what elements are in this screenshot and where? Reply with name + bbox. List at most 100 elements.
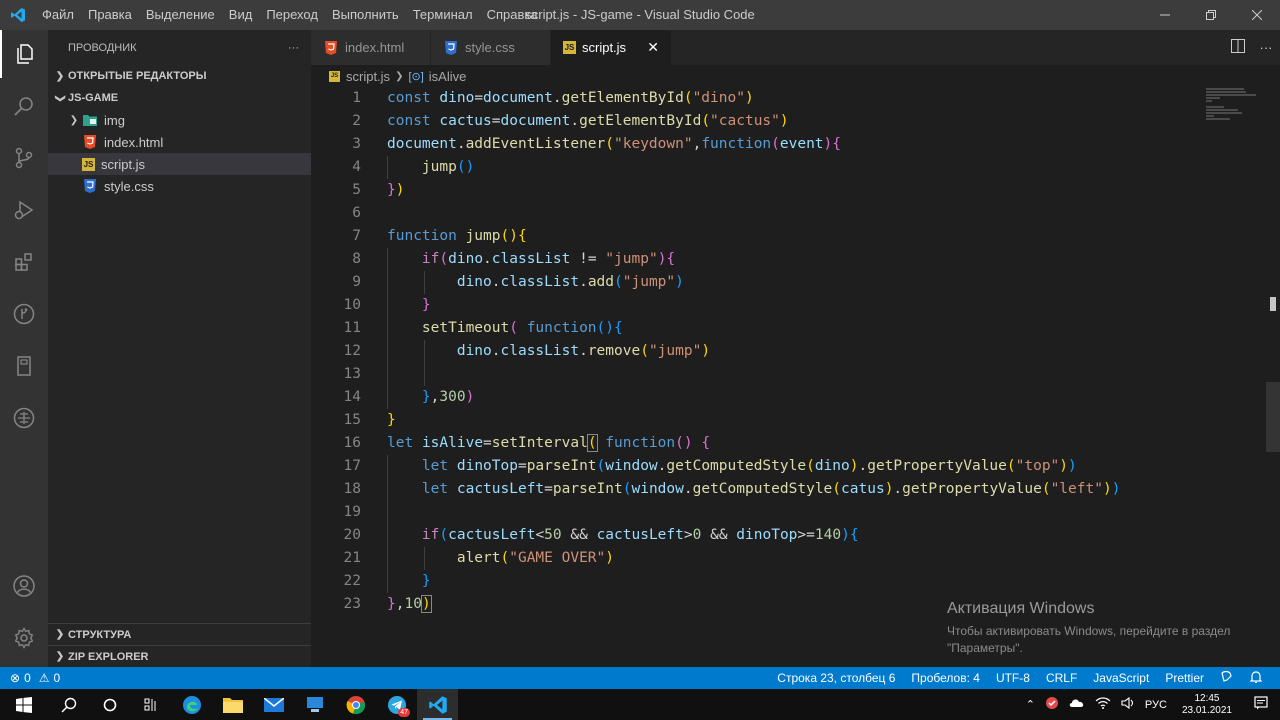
encoding[interactable]: UTF-8 xyxy=(988,671,1038,685)
accounts-activity-button[interactable] xyxy=(0,562,48,610)
language-mode[interactable]: JavaScript xyxy=(1085,671,1157,685)
menu-view[interactable]: Вид xyxy=(222,0,260,30)
menu-terminal[interactable]: Терминал xyxy=(406,0,480,30)
css-file-icon xyxy=(82,178,98,194)
network-tray-icon[interactable] xyxy=(1090,697,1116,712)
search-activity-button[interactable] xyxy=(0,82,48,130)
feedback-icon xyxy=(1221,670,1232,682)
status-bar-right: Строка 23, столбец 6 Пробелов: 4 UTF-8 C… xyxy=(769,667,1270,689)
line-text: dino.classList.add("jump") xyxy=(456,274,684,290)
scrollbar-thumb[interactable] xyxy=(1266,382,1280,452)
restore-button[interactable] xyxy=(1188,0,1234,30)
cursor-position[interactable]: Строка 23, столбец 6 xyxy=(769,671,903,685)
code-line: 2 const cactus=document.getElementById("c… xyxy=(311,110,1211,133)
explorer-header: ПРОВОДНИК ··· xyxy=(48,30,311,65)
taskbar-search-button[interactable] xyxy=(48,689,89,720)
menu-edit[interactable]: Правка xyxy=(81,0,139,30)
onedrive-tray-icon[interactable] xyxy=(1064,698,1090,711)
vertical-scrollbar[interactable] xyxy=(1266,87,1280,667)
line-number: 1 xyxy=(352,90,361,106)
vscode-taskbar-button[interactable] xyxy=(417,689,458,720)
code-editor[interactable]: 1 const dino=document.getElementById("din… xyxy=(311,87,1211,647)
breadcrumb-file[interactable]: script.js xyxy=(346,69,390,84)
menu-help[interactable]: Справка xyxy=(480,0,545,30)
error-icon: ⊗ xyxy=(10,671,21,685)
code-line: 22 } xyxy=(311,570,1211,593)
tree-item-img[interactable]: ❯ img xyxy=(48,109,311,131)
antivirus-tray-icon[interactable] xyxy=(1040,696,1064,713)
code-line: 20 if(cactusLeft<50 && cactusLeft>0 && d… xyxy=(311,524,1211,547)
menu-selection[interactable]: Выделение xyxy=(139,0,222,30)
extensions-activity-button[interactable] xyxy=(0,238,48,286)
tab-style-css[interactable]: style.css xyxy=(431,30,551,65)
tree-item-style-css[interactable]: style.css xyxy=(48,175,311,197)
manage-activity-button[interactable] xyxy=(0,614,48,662)
line-text: },300) xyxy=(421,389,475,405)
action-center-button[interactable] xyxy=(1242,696,1280,713)
breadcrumb-symbol[interactable]: isAlive xyxy=(429,69,467,84)
zip-explorer-section[interactable]: ❯ ZIP EXPLORER xyxy=(48,645,311,667)
indentation[interactable]: Пробелов: 4 xyxy=(903,671,988,685)
mail-taskbar-button[interactable] xyxy=(253,689,294,720)
line-number: 14 xyxy=(343,389,361,405)
activity-bar xyxy=(0,30,48,667)
status-bar: ⊗ 0 ⚠ 0 Строка 23, столбец 6 Пробелов: 4… xyxy=(0,667,1280,689)
task-view-button[interactable] xyxy=(89,689,130,720)
show-hidden-icons-button[interactable]: ⌃ xyxy=(1021,698,1040,711)
windows-logo-icon xyxy=(16,696,32,713)
scroll-marker xyxy=(1270,297,1276,311)
menu-go[interactable]: Переход xyxy=(259,0,325,30)
more-actions-button[interactable]: ··· xyxy=(288,42,299,54)
breadcrumb: JS script.js ❯ [⊙] isAlive xyxy=(311,65,1280,87)
widgets-button[interactable] xyxy=(130,689,171,720)
remote-explorer-activity-button[interactable] xyxy=(0,342,48,390)
line-number: 19 xyxy=(343,504,361,520)
prettier-status[interactable]: Prettier xyxy=(1157,671,1212,685)
code-line: 17 let dinoTop=parseInt(window.getComput… xyxy=(311,455,1211,478)
notifications-button[interactable] xyxy=(1242,670,1270,687)
start-button[interactable] xyxy=(0,689,48,720)
input-language[interactable]: РУС xyxy=(1140,699,1172,711)
chrome-taskbar-button[interactable] xyxy=(335,689,376,720)
connect-taskbar-button[interactable] xyxy=(294,689,335,720)
volume-tray-icon[interactable] xyxy=(1116,696,1140,712)
split-editor-button[interactable] xyxy=(1224,39,1252,56)
close-window-button[interactable] xyxy=(1234,0,1280,30)
minimap[interactable] xyxy=(1206,87,1266,127)
close-tab-button[interactable]: ✕ xyxy=(647,39,659,56)
tree-item-script-js[interactable]: JS script.js xyxy=(48,153,311,175)
bell-icon xyxy=(1249,670,1263,683)
edge-taskbar-button[interactable] xyxy=(171,689,212,720)
clock[interactable]: 12:45 23.01.2021 xyxy=(1172,693,1242,717)
live-share-activity-button[interactable] xyxy=(0,394,48,442)
file-explorer-taskbar-button[interactable] xyxy=(212,689,253,720)
source-control-activity-button[interactable] xyxy=(0,134,48,182)
open-editors-section[interactable]: ❯ ОТКРЫТЫЕ РЕДАКТОРЫ xyxy=(48,65,311,87)
code-line: 13 xyxy=(311,363,1211,386)
code-line: 12 dino.classList.remove("jump") xyxy=(311,340,1211,363)
explorer-activity-button[interactable] xyxy=(0,30,48,78)
telegram-taskbar-button[interactable]: 47 xyxy=(376,689,417,720)
code-line: 9 dino.classList.add("jump") xyxy=(311,271,1211,294)
menu-file[interactable]: Файл xyxy=(35,0,81,30)
remote-desktop-icon xyxy=(306,696,323,712)
tree-item-index-html[interactable]: index.html xyxy=(48,131,311,153)
line-number: 13 xyxy=(343,366,361,382)
project-section[interactable]: ❯ JS-GAME xyxy=(48,87,311,109)
code-line: 1 const dino=document.getElementById("din… xyxy=(311,87,1211,110)
tree-item-label: index.html xyxy=(104,134,164,150)
git-graph-activity-button[interactable] xyxy=(0,290,48,338)
code-line: 6 xyxy=(311,202,1211,225)
feedback-button[interactable] xyxy=(1212,670,1242,687)
minimize-button[interactable] xyxy=(1142,0,1188,30)
tab-script-js[interactable]: JS script.js ✕ xyxy=(551,30,672,65)
problems-indicator[interactable]: ⊗ 0 ⚠ 0 xyxy=(0,671,60,685)
outline-section[interactable]: ❯ СТРУКТУРА xyxy=(48,623,311,645)
menu-run[interactable]: Выполнить xyxy=(325,0,406,30)
more-editor-actions-button[interactable]: ··· xyxy=(1252,40,1280,55)
line-text: dino.classList.remove("jump") xyxy=(456,343,711,359)
run-debug-activity-button[interactable] xyxy=(0,186,48,234)
tab-index-html[interactable]: index.html xyxy=(311,30,431,65)
end-of-line[interactable]: CRLF xyxy=(1038,671,1085,685)
tab-label: style.css xyxy=(465,40,515,55)
